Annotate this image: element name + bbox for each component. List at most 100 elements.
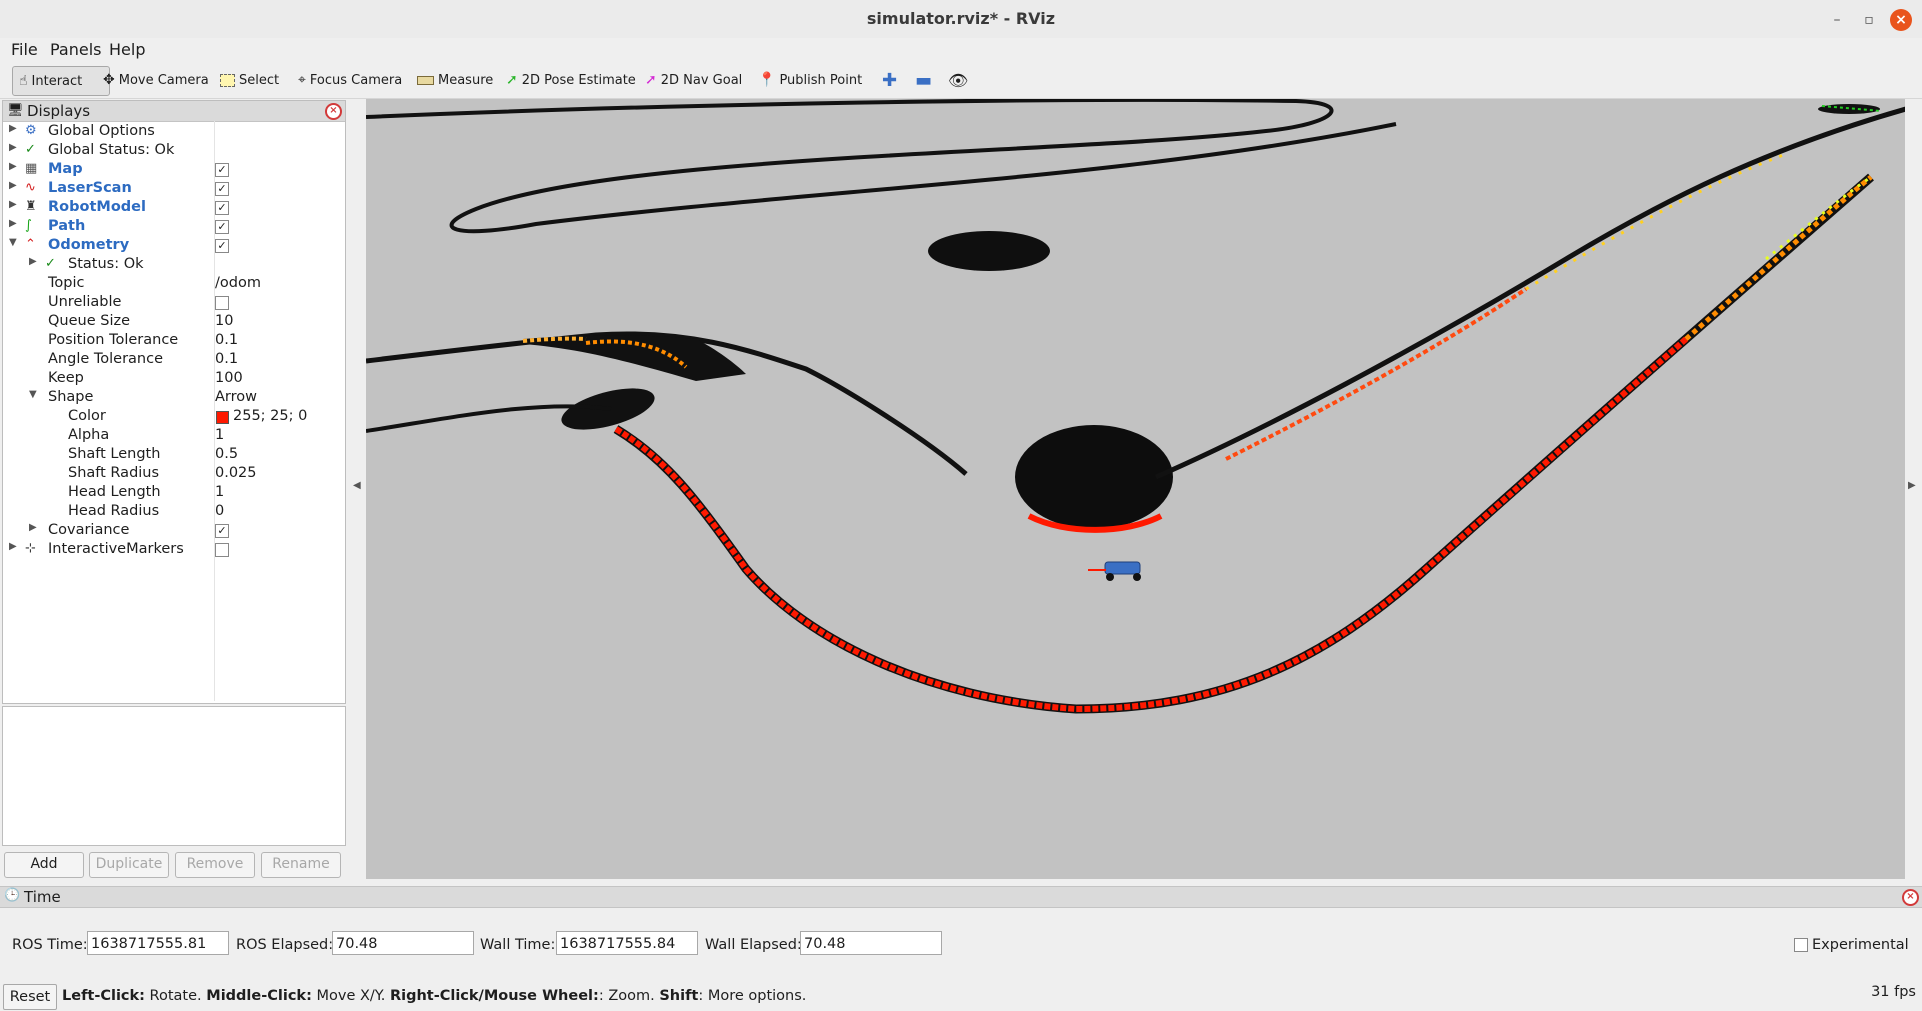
tree-row-status[interactable]: ▶ ✓ Status: Ok xyxy=(3,256,345,275)
row-value[interactable]: 255; 25; 0 xyxy=(233,408,307,424)
rename-button[interactable]: Rename xyxy=(261,852,341,878)
row-value[interactable]: 1 xyxy=(215,484,224,500)
tree-row-global-status[interactable]: ▶ ✓ Global Status: Ok xyxy=(3,142,345,161)
pose-estimate-tool-button[interactable]: ➚ 2D Pose Estimate xyxy=(506,66,636,94)
add-button[interactable]: Add xyxy=(4,852,84,878)
tree-row-angle-tolerance[interactable]: Angle Tolerance 0.1 xyxy=(3,351,345,370)
tree-row-odometry[interactable]: ▼ ⌃ Odometry ✓ xyxy=(3,237,345,256)
eye-icon[interactable]: 👁 xyxy=(948,66,968,94)
reset-button[interactable]: Reset xyxy=(3,984,57,1010)
tree-row-head-length[interactable]: Head Length 1 xyxy=(3,484,345,503)
enable-checkbox[interactable]: ✓ xyxy=(215,239,229,253)
tree-row-path[interactable]: ▶ ∫ Path ✓ xyxy=(3,218,345,237)
covariance-checkbox[interactable]: ✓ xyxy=(215,524,229,538)
tree-row-interactive-markers[interactable]: ▶ ⊹ InteractiveMarkers xyxy=(3,541,345,560)
expand-arrow-icon[interactable]: ▶ xyxy=(9,142,17,153)
row-value[interactable]: Arrow xyxy=(215,389,257,405)
remove-tool-icon[interactable]: ▬ xyxy=(915,66,932,94)
collapse-left-icon[interactable]: ◀ xyxy=(353,480,361,491)
wall-elapsed-field[interactable]: 70.48 xyxy=(800,931,942,955)
expand-arrow-icon[interactable]: ▶ xyxy=(9,180,17,191)
expand-arrow-icon[interactable]: ▶ xyxy=(29,256,37,267)
experimental-label: Experimental xyxy=(1812,937,1909,953)
color-swatch[interactable] xyxy=(216,411,229,424)
row-value[interactable]: 0.1 xyxy=(215,332,238,348)
row-label: Head Length xyxy=(68,484,161,500)
tree-row-global-options[interactable]: ▶ ⚙ Global Options xyxy=(3,123,345,142)
row-value[interactable]: 10 xyxy=(215,313,233,329)
tree-row-topic[interactable]: Topic /odom xyxy=(3,275,345,294)
menu-panels[interactable]: Panels xyxy=(50,40,102,59)
monitor-icon: 🖥 xyxy=(7,103,24,118)
tree-row-position-tolerance[interactable]: Position Tolerance 0.1 xyxy=(3,332,345,351)
tree-row-covariance[interactable]: ▶ Covariance ✓ xyxy=(3,522,345,541)
map-grid-icon: ▦ xyxy=(25,161,38,176)
collapse-arrow-icon[interactable]: ▼ xyxy=(29,389,37,400)
ros-elapsed-field[interactable]: 70.48 xyxy=(332,931,474,955)
enable-checkbox[interactable]: ✓ xyxy=(215,182,229,196)
tree-row-alpha[interactable]: Alpha 1 xyxy=(3,427,345,446)
scene-svg[interactable] xyxy=(366,99,1905,879)
tree-row-shaft-radius[interactable]: Shaft Radius 0.025 xyxy=(3,465,345,484)
enable-checkbox[interactable]: ✓ xyxy=(215,163,229,177)
tree-row-queue-size[interactable]: Queue Size 10 xyxy=(3,313,345,332)
tree-row-unreliable[interactable]: Unreliable xyxy=(3,294,345,313)
panel-close-icon[interactable]: × xyxy=(1902,889,1919,906)
tree-row-map[interactable]: ▶ ▦ Map ✓ xyxy=(3,161,345,180)
expand-arrow-icon[interactable]: ▶ xyxy=(9,161,17,172)
enable-checkbox[interactable]: ✓ xyxy=(215,201,229,215)
tree-row-color[interactable]: Color 255; 25; 0 xyxy=(3,408,345,427)
row-value[interactable]: 0 xyxy=(215,503,224,519)
wall-elapsed-label: Wall Elapsed: xyxy=(705,937,802,953)
row-value[interactable]: 100 xyxy=(215,370,243,386)
tree-row-shape[interactable]: ▼ Shape Arrow xyxy=(3,389,345,408)
enable-checkbox[interactable]: ✓ xyxy=(215,220,229,234)
row-value[interactable]: 0.5 xyxy=(215,446,238,462)
menu-file[interactable]: File xyxy=(11,40,38,59)
row-label: Shaft Radius xyxy=(68,465,160,481)
menu-help[interactable]: Help xyxy=(109,40,145,59)
expand-arrow-icon[interactable]: ▶ xyxy=(9,218,17,229)
expand-arrow-icon[interactable]: ▶ xyxy=(29,522,37,533)
minimize-icon[interactable]: – xyxy=(1826,9,1848,31)
expand-arrow-icon[interactable]: ▶ xyxy=(9,199,17,210)
expand-arrow-icon[interactable]: ▶ xyxy=(9,541,17,552)
publish-point-tool-button[interactable]: 📍 Publish Point xyxy=(758,66,862,94)
enable-checkbox[interactable] xyxy=(215,543,229,557)
help-shift-key: Shift xyxy=(659,988,699,1004)
tree-row-laserscan[interactable]: ▶ ∿ LaserScan ✓ xyxy=(3,180,345,199)
row-label: LaserScan xyxy=(48,180,132,196)
add-tool-icon[interactable]: ✚ xyxy=(882,66,897,94)
focus-camera-tool-button[interactable]: ⌖ Focus Camera xyxy=(298,66,402,94)
maximize-icon[interactable]: ▫ xyxy=(1858,9,1880,31)
collapse-arrow-icon[interactable]: ▼ xyxy=(9,237,17,248)
measure-tool-button[interactable]: Measure xyxy=(417,66,493,94)
select-tool-button[interactable]: Select xyxy=(220,66,279,94)
interact-tool-button[interactable]: ☝ Interact xyxy=(12,66,110,96)
tree-row-robotmodel[interactable]: ▶ ♜ RobotModel ✓ xyxy=(3,199,345,218)
move-camera-label: Move Camera xyxy=(118,72,209,88)
nav-goal-tool-button[interactable]: ➚ 2D Nav Goal xyxy=(645,66,742,94)
ros-time-field[interactable]: 1638717555.81 xyxy=(87,931,229,955)
wall-time-field[interactable]: 1638717555.84 xyxy=(556,931,698,955)
close-icon[interactable]: × xyxy=(1890,9,1912,31)
experimental-checkbox[interactable] xyxy=(1794,938,1808,952)
remove-button[interactable]: Remove xyxy=(175,852,255,878)
render-viewport[interactable] xyxy=(366,99,1905,879)
tree-row-shaft-length[interactable]: Shaft Length 0.5 xyxy=(3,446,345,465)
row-value[interactable]: 1 xyxy=(215,427,224,443)
tree-row-head-radius[interactable]: Head Radius 0 xyxy=(3,503,345,522)
duplicate-button[interactable]: Duplicate xyxy=(89,852,169,878)
collapse-right-icon[interactable]: ▶ xyxy=(1908,480,1916,491)
row-value[interactable]: /odom xyxy=(215,275,261,291)
help-middle-key: Middle-Click: xyxy=(206,988,312,1004)
row-value[interactable]: 0.025 xyxy=(215,465,257,481)
move-camera-tool-button[interactable]: ✥ Move Camera xyxy=(103,66,209,94)
expand-arrow-icon[interactable]: ▶ xyxy=(9,123,17,134)
row-value[interactable]: 0.1 xyxy=(215,351,238,367)
mouse-help-text: Left-Click: Rotate. Middle-Click: Move X… xyxy=(62,988,806,1004)
marker-icon: ⊹ xyxy=(25,541,36,556)
tree-row-keep[interactable]: Keep 100 xyxy=(3,370,345,389)
panel-close-icon[interactable]: × xyxy=(325,103,342,120)
unreliable-checkbox[interactable] xyxy=(215,296,229,310)
